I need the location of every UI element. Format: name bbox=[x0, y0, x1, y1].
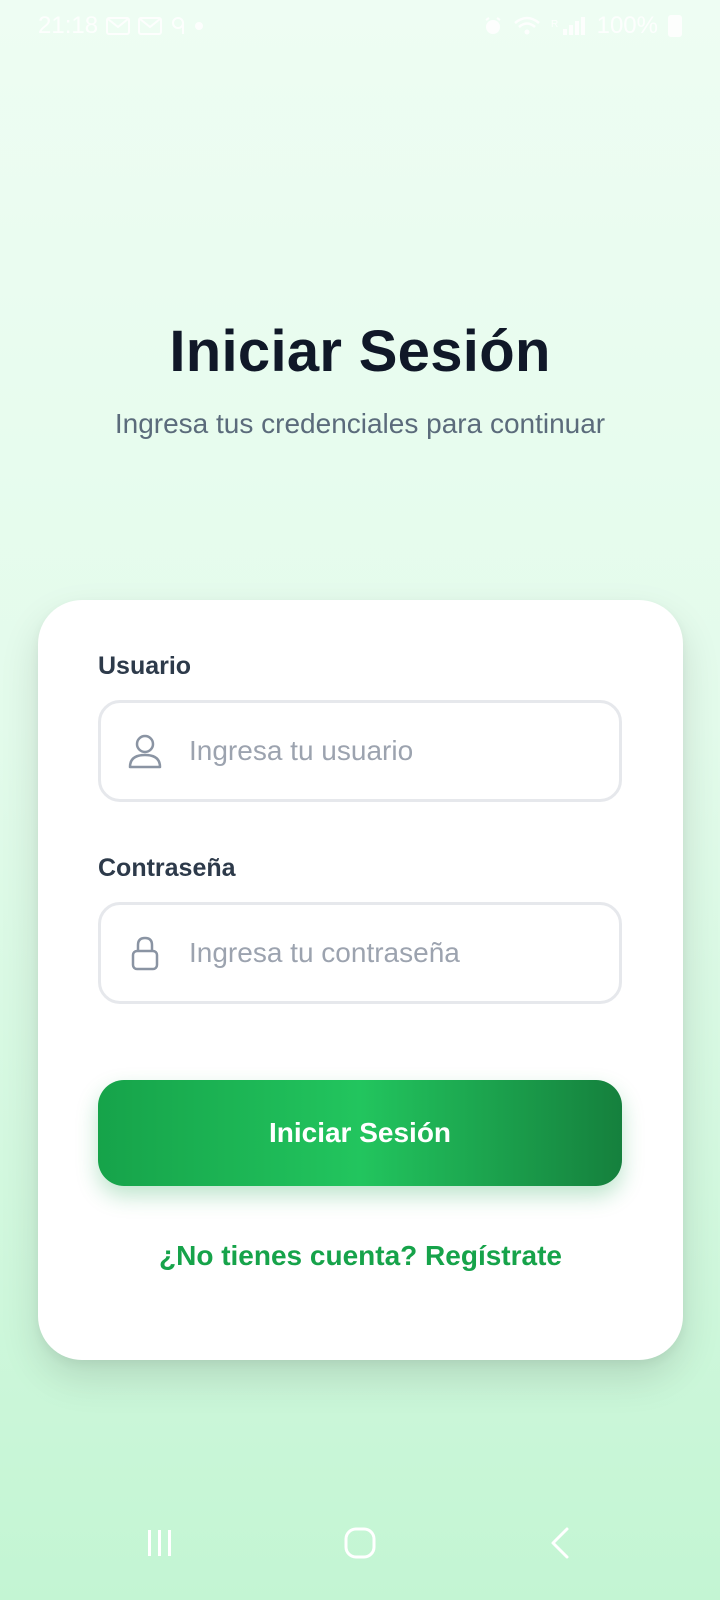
register-link[interactable]: ¿No tienes cuenta? Regístrate bbox=[38, 1240, 683, 1272]
username-field[interactable] bbox=[98, 700, 622, 802]
home-button[interactable] bbox=[320, 1510, 400, 1580]
username-label: Usuario bbox=[98, 652, 192, 680]
page-subtitle: Ingresa tus credenciales para continuar bbox=[114, 408, 606, 439]
password-label: Contraseña bbox=[98, 854, 236, 882]
back-icon bbox=[547, 1526, 573, 1565]
page-title: Iniciar Sesión bbox=[169, 319, 551, 384]
login-button[interactable]: Iniciar Sesión bbox=[98, 1080, 622, 1186]
recent-apps-button[interactable] bbox=[120, 1510, 200, 1580]
ninegag-icon bbox=[170, 16, 186, 36]
navigation-bar bbox=[0, 1490, 720, 1600]
back-button[interactable] bbox=[520, 1510, 600, 1580]
wifi-icon bbox=[513, 15, 541, 37]
user-icon bbox=[123, 729, 167, 773]
recent-apps-icon bbox=[145, 1528, 175, 1563]
login-card: Usuario Contraseña Iniciar Sesión ¿No ti… bbox=[38, 600, 683, 1360]
password-field[interactable] bbox=[98, 902, 622, 1004]
battery-percent: 100% bbox=[596, 12, 658, 39]
status-right: R 100% bbox=[483, 12, 682, 40]
home-icon bbox=[343, 1526, 377, 1565]
gmail-icon bbox=[138, 17, 163, 35]
status-bar: 21:18 R 100% bbox=[0, 0, 720, 52]
battery-icon bbox=[668, 15, 682, 37]
lock-icon bbox=[123, 931, 167, 975]
dot-icon bbox=[194, 21, 204, 31]
status-left: 21:18 bbox=[38, 12, 204, 40]
status-time: 21:18 bbox=[38, 12, 99, 39]
password-input[interactable] bbox=[187, 922, 591, 984]
alarm-icon bbox=[483, 16, 503, 36]
gmail-icon bbox=[106, 17, 131, 35]
svg-text:R: R bbox=[551, 19, 558, 30]
signal-icon: R bbox=[551, 15, 587, 37]
username-input[interactable] bbox=[187, 720, 591, 782]
